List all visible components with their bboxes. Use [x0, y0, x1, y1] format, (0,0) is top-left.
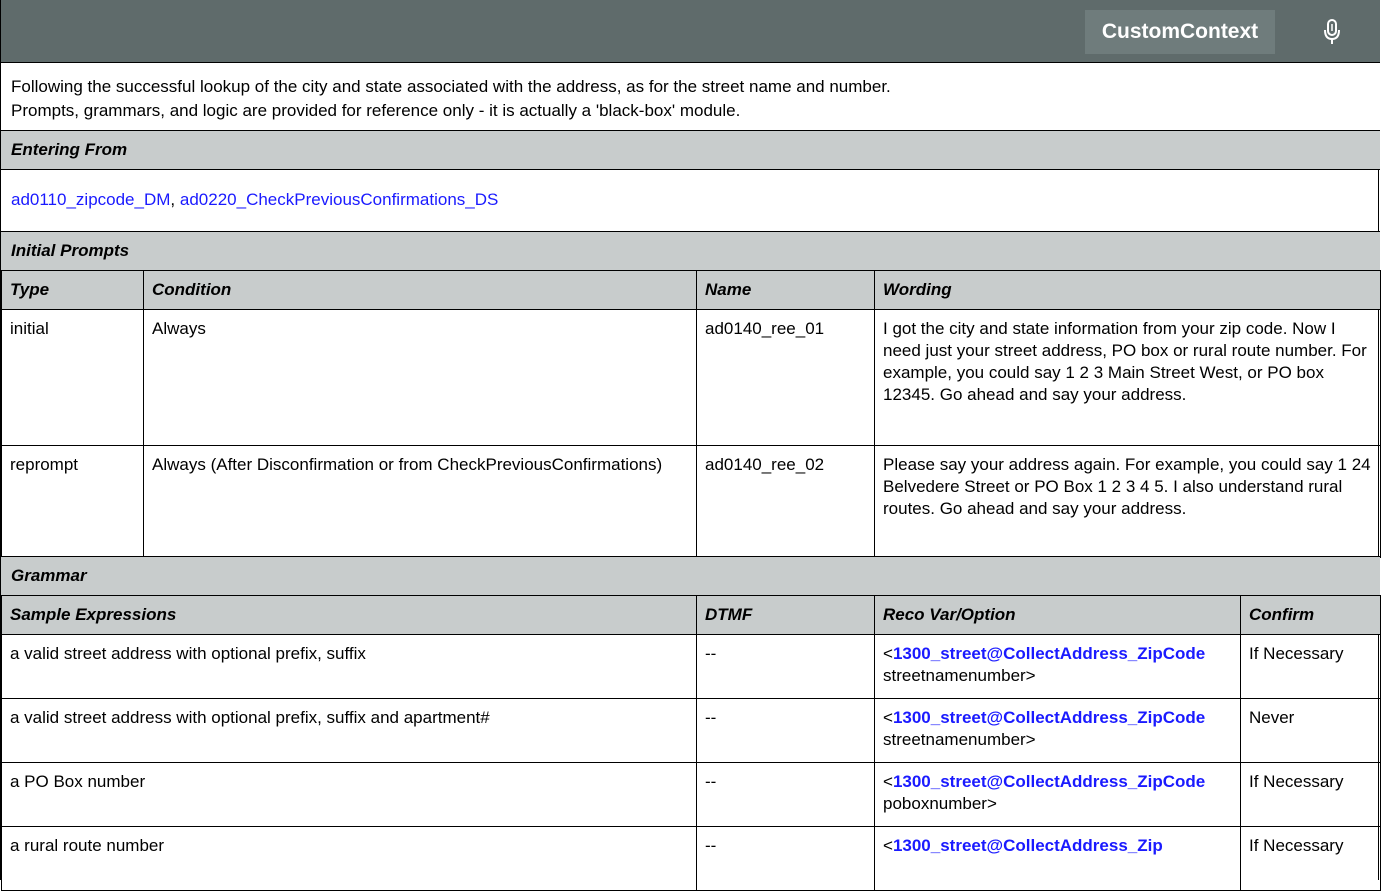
- confirm-value: If Necessary: [1240, 826, 1381, 891]
- column-header-type: Type: [1, 270, 144, 310]
- prompt-type: reprompt: [1, 445, 144, 558]
- table-header-row: Type Condition Name Wording: [1, 270, 1381, 310]
- column-header-wording: Wording: [874, 270, 1381, 310]
- reco-open: <: [883, 644, 893, 663]
- prompt-name: ad0140_ree_02: [696, 445, 875, 558]
- prompt-wording: Please say your address again. For examp…: [874, 445, 1381, 558]
- reco-var-option: <1300_street@CollectAddress_ZipCode stre…: [874, 634, 1241, 699]
- microphone-icon: [1293, 10, 1371, 54]
- reco-var-link[interactable]: 1300_street@CollectAddress_ZipCode: [893, 644, 1205, 663]
- link-zipcode-dm[interactable]: ad0110_zipcode_DM: [11, 190, 170, 209]
- column-header-name: Name: [696, 270, 875, 310]
- dtmf-value: --: [696, 826, 875, 891]
- description-line-2: Prompts, grammars, and logic are provide…: [11, 101, 741, 120]
- column-header-reco-var: Reco Var/Option: [874, 595, 1241, 635]
- reco-var-link[interactable]: 1300_street@CollectAddress_Zip: [893, 836, 1163, 855]
- prompt-wording: I got the city and state information fro…: [874, 309, 1381, 446]
- reco-option: poboxnumber>: [883, 794, 997, 813]
- sample-expression: a rural route number: [1, 826, 697, 891]
- table-row: reprompt Always (After Disconfirmation o…: [1, 445, 1381, 558]
- link-check-previous-confirmations[interactable]: ad0220_CheckPreviousConfirmations_DS: [180, 190, 498, 209]
- state-description: Following the successful lookup of the c…: [1, 62, 1380, 130]
- confirm-value: If Necessary: [1240, 634, 1381, 699]
- entering-from-heading: Entering From: [1, 130, 1380, 170]
- reco-var-option: <1300_street@CollectAddress_Zip: [874, 826, 1241, 891]
- grammar-heading: Grammar: [1, 556, 1380, 596]
- description-line-1: Following the successful lookup of the c…: [11, 77, 891, 96]
- table-header-row: Sample Expressions DTMF Reco Var/Option …: [1, 595, 1381, 635]
- column-header-sample-expressions: Sample Expressions: [1, 595, 697, 635]
- sample-expression: a valid street address with optional pre…: [1, 698, 697, 763]
- sample-expression: a PO Box number: [1, 762, 697, 827]
- reco-var-link[interactable]: 1300_street@CollectAddress_ZipCode: [893, 772, 1205, 791]
- reco-option: streetnamenumber>: [883, 666, 1036, 685]
- state-type-title: CustomContext Recognition: [1085, 10, 1275, 87]
- entering-from-links: ad0110_zipcode_DM, ad0220_CheckPreviousC…: [1, 169, 1380, 231]
- initial-prompts-heading: Initial Prompts: [1, 231, 1380, 271]
- table-row: a valid street address with optional pre…: [1, 698, 1381, 763]
- state-header: CustomContext Recognition: [1, 0, 1380, 87]
- spec-page: CustomContext Recognition Following the …: [0, 0, 1381, 891]
- reco-option: streetnamenumber>: [883, 730, 1036, 749]
- dtmf-value: --: [696, 634, 875, 699]
- confirm-value: If Necessary: [1240, 762, 1381, 827]
- link-separator: ,: [170, 190, 176, 209]
- table-row: a PO Box number -- <1300_street@CollectA…: [1, 762, 1381, 827]
- table-row: a rural route number -- <1300_street@Col…: [1, 826, 1381, 891]
- prompt-condition: Always: [143, 309, 697, 446]
- reco-open: <: [883, 836, 893, 855]
- dtmf-value: --: [696, 698, 875, 763]
- reco-open: <: [883, 708, 893, 727]
- column-header-dtmf: DTMF: [696, 595, 875, 635]
- prompt-name: ad0140_ree_01: [696, 309, 875, 446]
- reco-var-link[interactable]: 1300_street@CollectAddress_ZipCode: [893, 708, 1205, 727]
- reco-var-option: <1300_street@CollectAddress_ZipCode stre…: [874, 698, 1241, 763]
- table-row: a valid street address with optional pre…: [1, 634, 1381, 699]
- column-header-confirm: Confirm: [1240, 595, 1381, 635]
- table-row: initial Always ad0140_ree_01 I got the c…: [1, 309, 1381, 446]
- reco-open: <: [883, 772, 893, 791]
- reco-var-option: <1300_street@CollectAddress_ZipCode pobo…: [874, 762, 1241, 827]
- prompt-type: initial: [1, 309, 144, 446]
- initial-prompts-table: Type Condition Name Wording initial Alwa…: [1, 270, 1381, 558]
- confirm-value: Never: [1240, 698, 1381, 763]
- sample-expression: a valid street address with optional pre…: [1, 634, 697, 699]
- dtmf-value: --: [696, 762, 875, 827]
- column-header-condition: Condition: [143, 270, 697, 310]
- prompt-condition: Always (After Disconfirmation or from Ch…: [143, 445, 697, 558]
- grammar-table: Sample Expressions DTMF Reco Var/Option …: [1, 595, 1381, 891]
